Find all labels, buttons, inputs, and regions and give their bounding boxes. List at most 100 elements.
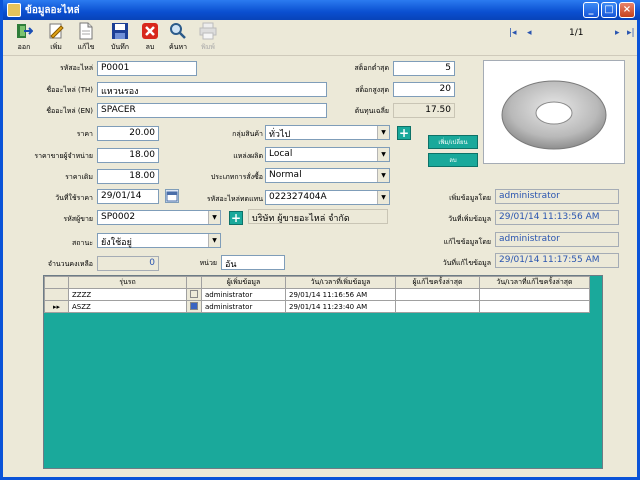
add-vendor-button[interactable]: +: [229, 211, 243, 225]
dealer-price-label: ราคาขายผู้จำหน่าย: [34, 152, 93, 160]
product-group-value: ทั่วไป: [269, 130, 291, 140]
price-label: ราคา: [76, 130, 93, 138]
chevron-down-icon: ▼: [377, 169, 389, 182]
close-button[interactable]: ×: [619, 2, 635, 18]
origin-select[interactable]: Local ▼: [265, 147, 390, 162]
chevron-down-icon: ▼: [377, 191, 389, 204]
added-by-value: administrator: [495, 189, 619, 204]
print-button[interactable]: พิมพ์: [193, 20, 221, 54]
cell-added-at: 29/01/14 11:23:40 AM: [285, 300, 396, 313]
vendor-code-label: รหัสผู้ขาย: [63, 215, 93, 223]
app-window: ข้อมูลอะไหล่ _ □ × ออก เพิ่ม แก้ไข บันทึ…: [0, 0, 640, 480]
calendar-button[interactable]: [165, 189, 179, 203]
next-record-icon[interactable]: ▸: [615, 28, 620, 38]
table-row[interactable]: ▸▸ ASZZ administrator 29/01/14 11:23:40 …: [44, 300, 590, 313]
col-added-at-header[interactable]: วัน/เวลาที่เพิ่มข้อมูล: [285, 276, 396, 289]
price-input[interactable]: 20.00: [97, 126, 159, 141]
print-label: พิมพ์: [201, 43, 215, 51]
cell-button[interactable]: [186, 288, 202, 301]
edit-icon: [79, 22, 93, 40]
remaining-qty-value: 0: [97, 256, 159, 271]
row-marker[interactable]: [44, 288, 69, 301]
vendor-code-value: SP0002: [101, 212, 136, 222]
replacement-code-select[interactable]: 022327404A ▼: [265, 190, 390, 205]
grid-header-row: รุ่นรถ ผู้เพิ่มข้อมูล วัน/เวลาที่เพิ่มข้…: [44, 276, 590, 289]
unit-input[interactable]: อัน: [221, 255, 285, 270]
change-image-button[interactable]: เพิ่ม/เปลี่ยน: [428, 135, 478, 149]
status-label: สถานะ: [72, 239, 93, 247]
edited-date-label: วันที่แก้ไขข้อมูล: [442, 259, 491, 267]
search-button[interactable]: ค้นหา: [163, 20, 191, 54]
part-code-label: รหัสอะไหล่: [59, 64, 93, 72]
cell-model[interactable]: ZZZZ: [68, 288, 187, 301]
first-record-icon[interactable]: |◂: [509, 28, 517, 38]
add-group-button[interactable]: +: [397, 126, 411, 140]
product-group-select[interactable]: ทั่วไป ▼: [265, 125, 390, 140]
add-icon: [49, 23, 64, 39]
old-price-input[interactable]: 18.00: [97, 169, 159, 184]
edit-label: แก้ไข: [77, 43, 95, 51]
print-icon: [199, 22, 217, 40]
table-row[interactable]: ZZZZ administrator 29/01/14 11:16:56 AM: [44, 288, 590, 301]
grid-table: รุ่นรถ ผู้เพิ่มข้อมูล วัน/เวลาที่เพิ่มข้…: [44, 276, 590, 313]
row-selector-header: [44, 276, 69, 289]
added-date-value: 29/01/14 11:13:56 AM: [495, 210, 619, 225]
edited-by-label: แก้ไขข้อมูลโดย: [443, 238, 491, 246]
effective-date-input[interactable]: 29/01/14: [97, 189, 159, 204]
cell-button[interactable]: [186, 300, 202, 313]
window-title: ข้อมูลอะไหล่: [25, 5, 80, 16]
last-record-icon[interactable]: ▸|: [627, 28, 635, 38]
effective-date-label: วันที่ใช้ราคา: [55, 194, 93, 202]
delete-image-button[interactable]: ลบ: [428, 153, 478, 167]
name-en-input[interactable]: SPACER: [97, 103, 327, 118]
vendor-name-field: บริษัท ผู้ขายอะไหล่ จำกัด: [248, 209, 388, 224]
add-button[interactable]: เพิ่ม: [41, 20, 69, 54]
col-edited-by-header[interactable]: ผู้แก้ไขครั้งล่าสุด: [395, 276, 480, 289]
old-price-label: ราคาเดิม: [65, 173, 93, 181]
prev-record-icon[interactable]: ◂: [527, 28, 532, 38]
save-label: บันทึก: [110, 43, 130, 51]
col-model-header[interactable]: รุ่นรถ: [68, 276, 187, 289]
replacement-code-value: 022327404A: [269, 192, 327, 202]
status-value: ยังใช้อยู่: [101, 238, 132, 248]
name-th-input[interactable]: แหวนรอง: [97, 82, 327, 97]
record-indicator: 1/1: [569, 28, 584, 38]
save-button[interactable]: บันทึก: [105, 20, 133, 54]
status-select[interactable]: ยังใช้อยู่ ▼: [97, 233, 221, 248]
part-code-input[interactable]: P0001: [97, 61, 197, 76]
origin-value: Local: [269, 149, 293, 159]
delete-icon: [142, 23, 158, 39]
delete-button[interactable]: ลบ: [135, 20, 163, 54]
exit-icon: [17, 24, 33, 38]
unit-label: หน่วย: [199, 259, 217, 267]
vendor-code-select[interactable]: SP0002 ▼: [97, 210, 221, 225]
maximize-button[interactable]: □: [601, 2, 617, 18]
exit-label: ออก: [17, 43, 31, 51]
edited-by-value: administrator: [495, 232, 619, 247]
exit-button[interactable]: ออก: [9, 20, 37, 54]
remaining-qty-label: จำนวนคงเหลือ: [47, 260, 93, 268]
name-th-label: ชื่ออะไหล่ (TH): [46, 86, 93, 94]
avg-cost-label: ต้นทุนเฉลี่ย: [354, 107, 389, 115]
col-edited-at-header[interactable]: วัน/เวลาที่แก้ไขครั้งล่าสุด: [479, 276, 590, 289]
washer-image: [501, 80, 607, 150]
edit-button[interactable]: แก้ไข: [71, 20, 99, 54]
origin-label: แหล่งผลิต: [233, 152, 263, 160]
cell-added-at: 29/01/14 11:16:56 AM: [285, 288, 396, 301]
title-bar: ข้อมูลอะไหล่ _ □ ×: [3, 0, 640, 20]
row-marker[interactable]: ▸▸: [44, 300, 69, 313]
dealer-price-input[interactable]: 18.00: [97, 148, 159, 163]
cell-edited-at: [479, 300, 590, 313]
min-stock-input[interactable]: 5: [393, 61, 455, 76]
cell-model[interactable]: ASZZ: [68, 300, 187, 313]
avg-cost-value: 17.50: [393, 103, 455, 118]
vehicle-model-grid: รุ่นรถ ผู้เพิ่มข้อมูล วัน/เวลาที่เพิ่มข้…: [43, 275, 603, 469]
col-added-by-header[interactable]: ผู้เพิ่มข้อมูล: [201, 276, 286, 289]
purchase-type-select[interactable]: Normal ▼: [265, 168, 390, 183]
minimize-button[interactable]: _: [583, 2, 599, 18]
replacement-code-label: รหัสอะไหล่ทดแทน: [206, 195, 263, 203]
purchase-type-label: ประเภทการสั่งซื้อ: [210, 173, 263, 181]
max-stock-input[interactable]: 20: [393, 82, 455, 97]
edited-date-value: 29/01/14 11:17:55 AM: [495, 253, 619, 268]
added-by-label: เพิ่มข้อมูลโดย: [449, 194, 491, 202]
